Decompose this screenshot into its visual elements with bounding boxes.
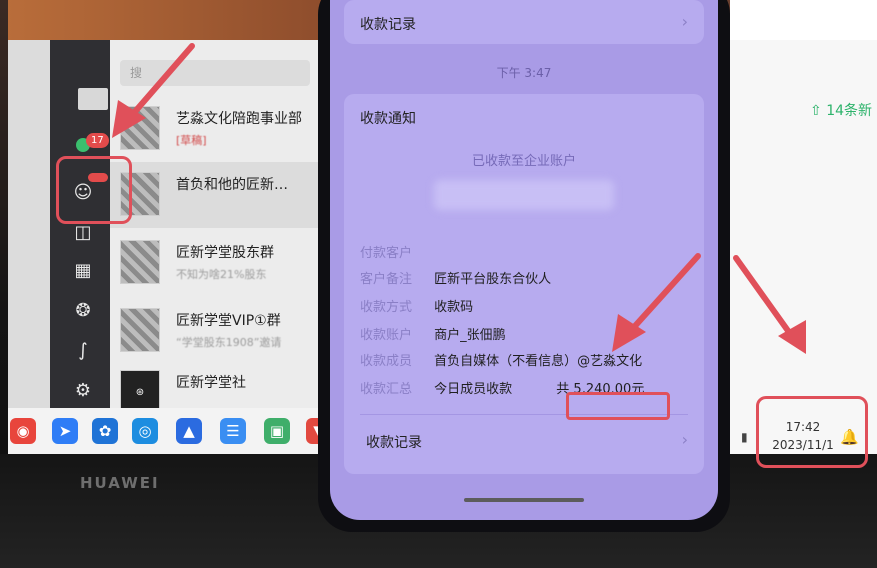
annotation-arrows	[112, 43, 806, 354]
arrow-line	[123, 43, 195, 125]
photo-background: ☺ ◫ ▦ ❂ ∫ ⚙ 17 搜 艺淼文化陪跑事业部 [草稿] 首负和他的匠新……	[0, 0, 877, 568]
arrow-line	[623, 253, 701, 339]
arrow-line	[733, 255, 799, 345]
